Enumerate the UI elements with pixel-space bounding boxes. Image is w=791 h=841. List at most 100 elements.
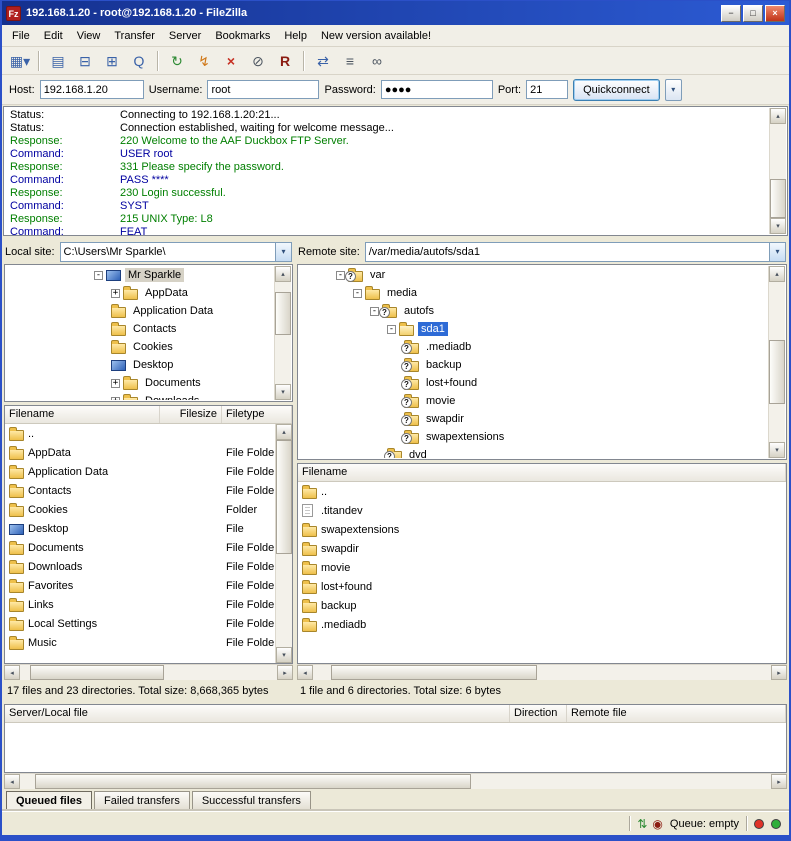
scrollbar-thumb[interactable]	[331, 665, 537, 680]
tree-expander-icon[interactable]	[387, 325, 396, 334]
menu-item[interactable]: Server	[162, 27, 208, 45]
local-list-vertical-scrollbar[interactable]: ▴ ▾	[275, 424, 292, 663]
username-input[interactable]	[207, 80, 319, 99]
tree-item[interactable]: lost+found	[299, 374, 768, 392]
file-row[interactable]: Application DataFile Folder	[5, 462, 274, 481]
password-input[interactable]	[381, 80, 493, 99]
tree-item[interactable]: Desktop	[6, 356, 274, 374]
queue-tab[interactable]: Successful transfers	[192, 791, 311, 811]
file-row[interactable]: ..	[5, 424, 274, 443]
file-row[interactable]: .mediadb	[298, 615, 786, 634]
scroll-left-button[interactable]: ◂	[4, 774, 20, 789]
toggle-remote-tree-icon[interactable]: ⊞	[99, 50, 125, 72]
scrollbar-thumb[interactable]	[769, 340, 785, 404]
queue-horizontal-scrollbar[interactable]: ◂ ▸	[4, 773, 787, 789]
column-header[interactable]: Filename	[5, 406, 160, 423]
scroll-down-button[interactable]: ▾	[275, 384, 291, 400]
titlebar[interactable]: Fz 192.168.1.20 - root@192.168.1.20 - Fi…	[2, 1, 789, 25]
menu-item[interactable]: Transfer	[107, 27, 162, 45]
file-row[interactable]: movie	[298, 558, 786, 577]
tree-item[interactable]: media	[299, 284, 768, 302]
host-input[interactable]	[40, 80, 144, 99]
menu-item[interactable]: File	[5, 27, 37, 45]
log-vertical-scrollbar[interactable]: ▴ ▾	[769, 108, 786, 234]
tree-item[interactable]: Cookies	[6, 338, 274, 356]
minimize-button[interactable]: −	[721, 5, 741, 22]
close-button[interactable]: ×	[765, 5, 785, 22]
column-header[interactable]: Filesize	[160, 406, 222, 423]
scrollbar-thumb[interactable]	[770, 179, 786, 218]
scroll-right-button[interactable]: ▸	[277, 665, 293, 680]
queue-column-header[interactable]: Direction	[510, 705, 567, 722]
tree-item[interactable]: sda1	[299, 320, 768, 338]
file-row[interactable]: backup	[298, 596, 786, 615]
scroll-down-button[interactable]: ▾	[770, 218, 786, 234]
file-row[interactable]: AppDataFile Folder	[5, 443, 274, 462]
queue-column-header[interactable]: Server/Local file	[5, 705, 510, 722]
file-row[interactable]: ContactsFile Folder	[5, 481, 274, 500]
chevron-down-icon[interactable]: ▾	[275, 243, 291, 261]
disconnect-icon[interactable]: ⊘	[245, 50, 271, 72]
scroll-up-button[interactable]: ▴	[276, 424, 292, 440]
file-row[interactable]: FavoritesFile Folder	[5, 576, 274, 595]
scroll-left-button[interactable]: ◂	[4, 665, 20, 680]
tree-item[interactable]: AppData	[6, 284, 274, 302]
chevron-down-icon[interactable]: ▾	[769, 243, 785, 261]
tree-item[interactable]: .mediadb	[299, 338, 768, 356]
maximize-button[interactable]: □	[743, 5, 763, 22]
menu-item[interactable]: Help	[277, 27, 314, 45]
tree-item[interactable]: autofs	[299, 302, 768, 320]
port-input[interactable]	[526, 80, 568, 99]
column-header[interactable]: Filetype	[222, 406, 292, 423]
tree-item[interactable]: Application Data	[6, 302, 274, 320]
synchronized-browsing-icon[interactable]: ≡	[337, 50, 363, 72]
toggle-queue-icon[interactable]: Q	[126, 50, 152, 72]
tree-item[interactable]: backup	[299, 356, 768, 374]
tree-item[interactable]: dvd	[299, 446, 768, 458]
scrollbar-thumb[interactable]	[35, 774, 471, 789]
tree-expander-icon[interactable]	[370, 307, 379, 316]
site-manager-icon[interactable]: ▦▾	[7, 50, 33, 72]
tree-expander-icon[interactable]	[336, 271, 345, 280]
quickconnect-button[interactable]: Quickconnect	[573, 79, 660, 101]
file-row[interactable]: lost+found	[298, 577, 786, 596]
scroll-right-button[interactable]: ▸	[771, 774, 787, 789]
queue-column-header[interactable]: Remote file	[567, 705, 786, 722]
scroll-up-button[interactable]: ▴	[769, 266, 785, 282]
toggle-message-log-icon[interactable]: ▤	[45, 50, 71, 72]
tree-item[interactable]: Mr Sparkle	[6, 266, 274, 284]
file-row[interactable]: LinksFile Folder	[5, 595, 274, 614]
reconnect-icon[interactable]: R	[272, 50, 298, 72]
tree-expander-icon[interactable]	[111, 397, 120, 401]
tree-expander-icon[interactable]	[94, 271, 103, 280]
tree-item[interactable]: Documents	[6, 374, 274, 392]
find-icon[interactable]: ∞	[364, 50, 390, 72]
scroll-up-button[interactable]: ▴	[770, 108, 786, 124]
menu-item[interactable]: Edit	[37, 27, 70, 45]
scroll-right-button[interactable]: ▸	[771, 665, 787, 680]
file-row[interactable]: DownloadsFile Folder	[5, 557, 274, 576]
queue-tab[interactable]: Failed transfers	[94, 791, 190, 811]
scrollbar-thumb[interactable]	[275, 292, 291, 335]
tree-expander-icon[interactable]	[353, 289, 362, 298]
toggle-local-tree-icon[interactable]: ⊟	[72, 50, 98, 72]
tree-item[interactable]: swapextensions	[299, 428, 768, 446]
scrollbar-thumb[interactable]	[276, 440, 292, 554]
tree-item[interactable]: swapdir	[299, 410, 768, 428]
scroll-down-button[interactable]: ▾	[276, 647, 292, 663]
menu-item[interactable]: View	[70, 27, 108, 45]
directory-comparison-icon[interactable]: ⇄	[310, 50, 336, 72]
sync-status-icon[interactable]: ⇅	[637, 818, 647, 830]
file-row[interactable]: ..	[298, 482, 786, 501]
scrollbar-thumb[interactable]	[30, 665, 164, 680]
menu-item[interactable]: Bookmarks	[208, 27, 277, 45]
local-site-combo[interactable]: C:\Users\Mr Sparkle\ ▾	[60, 242, 292, 262]
scroll-up-button[interactable]: ▴	[275, 266, 291, 282]
tree-expander-icon[interactable]	[111, 379, 120, 388]
file-row[interactable]: swapdir	[298, 539, 786, 558]
file-row[interactable]: .titandev	[298, 501, 786, 520]
quickconnect-dropdown-button[interactable]: ▾	[665, 79, 682, 101]
file-row[interactable]: DesktopFile	[5, 519, 274, 538]
tree-item[interactable]: movie	[299, 392, 768, 410]
tree-item[interactable]: Downloads	[6, 392, 274, 400]
